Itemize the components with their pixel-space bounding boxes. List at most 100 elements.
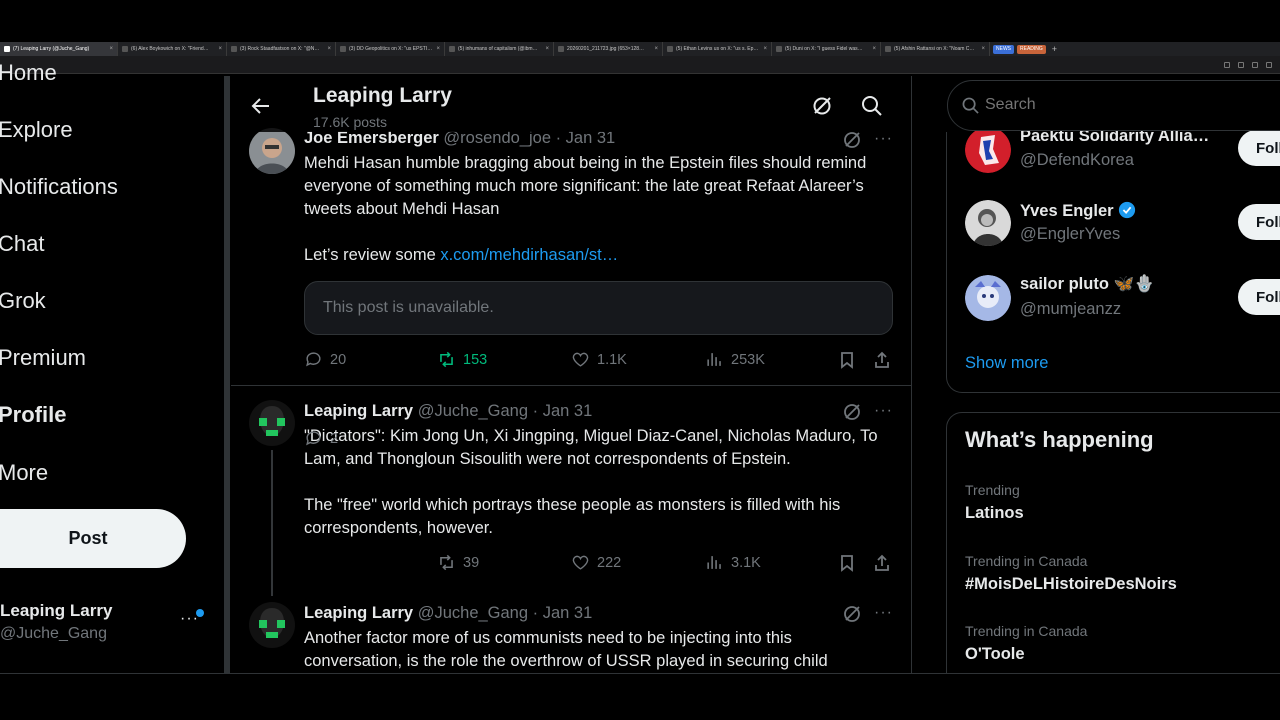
close-tab-icon[interactable]: × [763,46,767,52]
bookmark-icon[interactable] [837,553,857,573]
avatar[interactable] [249,602,295,648]
tweet-author-name[interactable]: Leaping Larry [304,402,413,420]
suggested-account-handle[interactable]: @mumjeanzz [1020,300,1121,319]
views-button[interactable]: 3.1K [705,553,761,572]
account-name[interactable]: Leaping Larry [0,601,112,621]
avatar[interactable] [249,128,295,174]
suggested-account-name[interactable]: sailor pluto 🦋🪬 [1020,275,1155,294]
trend-name[interactable]: O'Toole [965,645,1025,664]
close-tab-icon[interactable]: × [654,46,658,52]
nav-item-explore[interactable]: Explore [0,117,73,143]
avatar[interactable] [965,275,1011,321]
like-button[interactable]: 222 [571,553,621,572]
back-arrow-icon[interactable] [249,94,273,118]
x-favicon-icon [122,46,128,52]
browser-tab[interactable]: (6) Alex Boykowich on X: "Friend… × [118,42,227,56]
nav-item-notifications[interactable]: Notifications [0,174,118,200]
browser-tab[interactable]: (5) Duni on X: "I guess Fidel was… × [772,42,881,56]
reply-button[interactable]: 2 [304,429,338,448]
browser-tab[interactable]: (5) inhumans of capitalism (@ibm… × [445,42,554,56]
post-count: 17.6K posts [313,114,387,130]
grok-icon[interactable] [811,95,833,117]
nav-item-grok[interactable]: Grok [0,288,46,314]
browser-tab[interactable]: (3) Rock Staadfastson on X: "@N… × [227,42,336,56]
show-more-link[interactable]: Show more [965,354,1048,373]
tweet-more-icon[interactable]: ··· [874,604,893,622]
search-icon [962,97,979,114]
follow-button[interactable]: Follow [1238,279,1280,315]
grok-icon[interactable] [842,402,862,422]
extension-icon[interactable] [1238,61,1244,68]
follow-button[interactable]: Follow [1238,204,1280,240]
new-tab-group-pill[interactable]: NEWS [993,44,1014,54]
extension-icon[interactable] [1252,61,1258,68]
avatar[interactable] [965,200,1011,246]
views-count: 253K [731,351,765,368]
close-tab-icon[interactable]: × [981,46,985,52]
follow-button[interactable]: Follow [1238,130,1280,166]
new-tab-plus-icon[interactable]: + [1052,44,1057,54]
tweet-link[interactable]: x.com/mehdirhasan/st… [440,246,618,264]
x-favicon-icon [667,46,673,52]
account-handle[interactable]: @Juche_Gang [0,625,107,643]
trend-name[interactable]: #MoisDeLHistoireDesNoirs [965,575,1177,594]
avatar[interactable] [965,127,1011,173]
close-tab-icon[interactable]: × [327,46,331,52]
avatar[interactable] [249,400,295,446]
grok-icon[interactable] [842,130,862,150]
like-button[interactable]: 1.1K [571,350,627,369]
extension-icon[interactable] [1224,61,1230,68]
browser-tab[interactable]: 20260201_211723.jpg (653×128… × [554,42,663,56]
tweet-text: "Dictators": Kim Jong Un, Xi Jingping, M… [304,427,878,537]
nav-item-chat[interactable]: Chat [0,231,44,257]
search-input[interactable] [985,93,1185,117]
browser-tab[interactable]: (3) DD Geopolitics on X: "us EPSTI… × [336,42,445,56]
tweet-meta[interactable]: @Juche_Gang · Jan 31 [418,604,593,622]
browser-tab[interactable]: (5) Afshin Rattansi on X: "Noam C… × [881,42,990,56]
suggested-account-name[interactable]: Yves Engler [1020,202,1114,220]
repost-button[interactable]: 153 [437,350,487,369]
reading-tab-group-pill[interactable]: READING [1017,44,1046,54]
nav-item-premium[interactable]: Premium [0,345,86,371]
repost-count: 153 [463,351,488,368]
trend-name[interactable]: Latinos [965,504,1024,523]
close-tab-icon[interactable]: × [218,46,222,52]
share-icon[interactable] [872,350,892,370]
close-tab-icon[interactable]: × [545,46,549,52]
bookmark-icon[interactable] [837,350,857,370]
profile-header: Leaping Larry 17.6K posts [231,76,911,132]
suggested-account-handle[interactable]: @EnglerYves [1020,225,1120,244]
share-icon[interactable] [872,553,892,573]
like-count: 1.1K [597,351,627,368]
nav-item-more[interactable]: More [0,460,48,486]
x-favicon-icon [449,46,455,52]
close-tab-icon[interactable]: × [436,46,440,52]
tweet-meta[interactable]: @Juche_Gang · Jan 31 [418,402,593,420]
trend-context: Trending [965,482,1020,498]
repost-button[interactable]: 39 [437,553,479,572]
nav-item-profile[interactable]: Profile [0,402,66,428]
tweet[interactable]: Leaping Larry @Juche_Gang · Jan 31 ··· A… [231,588,911,673]
screen: (7) Leaping Larry (@Juche_Gang) × (6) Ale… [0,0,1280,720]
tweet-more-icon[interactable]: ··· [874,402,893,420]
x-favicon-icon [885,46,891,52]
browser-tab[interactable]: (5) Ethan Levins us on X: "us s. Ep… × [663,42,772,56]
grok-icon[interactable] [842,604,862,624]
notification-dot [196,609,204,617]
repost-count: 39 [463,554,480,571]
close-tab-icon[interactable]: × [872,46,876,52]
tweet-more-icon[interactable]: ··· [874,130,893,148]
reply-count: 2 [330,430,339,447]
close-tab-icon[interactable]: × [109,46,113,52]
views-button[interactable]: 253K [705,350,765,369]
suggested-account-handle[interactable]: @DefendKorea [1020,151,1134,170]
search-icon[interactable] [861,95,883,117]
post-button[interactable]: Post [0,509,186,568]
reply-button[interactable]: 20 [304,350,346,369]
browser-tab[interactable]: (7) Leaping Larry (@Juche_Gang) × [0,42,118,56]
tweet-author-name[interactable]: Leaping Larry [304,604,413,622]
page-title: Leaping Larry [313,84,452,107]
reply-count: 20 [330,351,347,368]
extension-icon[interactable] [1266,61,1272,68]
nav-item-home[interactable]: Home [0,60,57,86]
